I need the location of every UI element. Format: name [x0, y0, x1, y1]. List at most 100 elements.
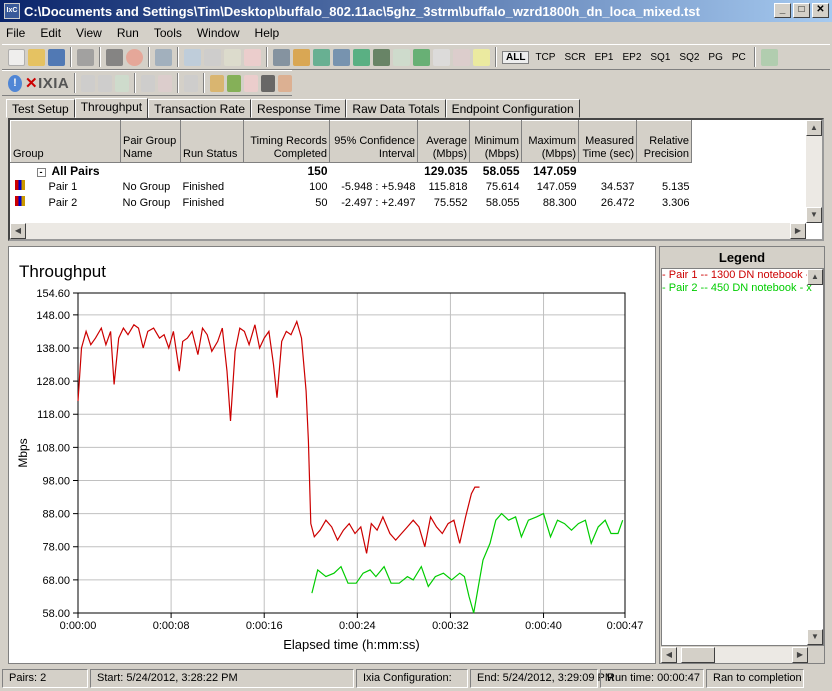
- stop-icon[interactable]: [126, 48, 143, 66]
- filter-ep1[interactable]: EP1: [592, 52, 617, 63]
- col-pair-group-name[interactable]: Pair Group Name: [120, 120, 181, 163]
- legend-scroll-up[interactable]: ▲: [807, 269, 823, 285]
- scroll-right-button[interactable]: ▶: [790, 223, 806, 239]
- edit-icon[interactable]: [393, 48, 410, 66]
- filter-all[interactable]: ALL: [502, 50, 530, 64]
- tab-raw-data-totals[interactable]: Raw Data Totals: [346, 99, 446, 118]
- menu-help[interactable]: Help: [255, 26, 280, 40]
- run-icon[interactable]: [106, 48, 123, 66]
- filter-pg[interactable]: PG: [705, 52, 725, 63]
- y-tick-label: 58.00: [42, 608, 70, 620]
- tab-test-setup[interactable]: Test Setup: [6, 99, 75, 118]
- y-tick-label: 138.00: [36, 343, 70, 355]
- disabled-a-icon[interactable]: [433, 48, 450, 66]
- secondary-toolbar: ! ✕IXIA: [2, 70, 293, 96]
- tab-endpoint-configuration[interactable]: Endpoint Configuration: [445, 99, 580, 118]
- multicast-icon[interactable]: [333, 48, 350, 66]
- refresh-icon[interactable]: [155, 48, 172, 66]
- filter-scr[interactable]: SCR: [561, 52, 588, 63]
- table-row[interactable]: Pair 1 No Group Finished 100 -5.948 : +5…: [11, 179, 692, 195]
- legend-list: - Pair 1 -- 1300 DN notebook - x - Pair …: [661, 268, 824, 646]
- legend-scroll-down[interactable]: ▼: [807, 629, 823, 645]
- flag-icon[interactable]: [227, 74, 242, 92]
- x-tick-label: 0:00:40: [525, 620, 562, 632]
- grid-f-icon[interactable]: [184, 74, 199, 92]
- maximize-button[interactable]: □: [793, 3, 810, 18]
- pair-icon[interactable]: [273, 48, 290, 66]
- series-line-pair-1: [77, 319, 480, 554]
- y-tick-label: 118.00: [37, 409, 70, 421]
- minimize-button[interactable]: _: [774, 3, 791, 18]
- menu-file[interactable]: File: [6, 26, 25, 40]
- legend-title: Legend: [718, 250, 766, 265]
- legend-horizontal-scrollbar[interactable]: ◀ ▶: [661, 647, 808, 663]
- new-file-icon[interactable]: [8, 48, 25, 66]
- filter-pc[interactable]: PC: [729, 52, 749, 63]
- tab-response-time[interactable]: Response Time: [251, 99, 347, 118]
- table-horizontal-scrollbar[interactable]: ◀ ▶: [10, 223, 806, 239]
- grid-d-icon[interactable]: [141, 74, 156, 92]
- table-row-all-pairs[interactable]: - All Pairs 150 129.035 58.055 147.059: [11, 163, 692, 179]
- tab-throughput[interactable]: Throughput: [74, 98, 149, 119]
- grid-a-icon[interactable]: [81, 74, 96, 92]
- col-group[interactable]: Group: [10, 120, 121, 163]
- grid-e-icon[interactable]: [158, 74, 173, 92]
- scroll-up-button[interactable]: ▲: [806, 120, 822, 136]
- legend-scroll-right[interactable]: ▶: [792, 647, 808, 663]
- main-toolbar: ALL TCP SCR EP1 EP2 SQ1 SQ2 PG PC: [2, 44, 830, 70]
- col-timing-records[interactable]: Timing Records Completed: [243, 120, 330, 163]
- script-icon[interactable]: [413, 48, 430, 66]
- clipboard-icon[interactable]: [210, 74, 225, 92]
- table-row[interactable]: Pair 2 No Group Finished 50 -2.497 : +2.…: [11, 195, 692, 211]
- x-axis-label: Elapsed time (h:mm:ss): [283, 637, 420, 652]
- collapse-icon[interactable]: -: [36, 167, 46, 177]
- col-confidence[interactable]: 95% Confidence Interval: [329, 120, 418, 163]
- menu-edit[interactable]: Edit: [40, 26, 61, 40]
- hand-icon[interactable]: [244, 74, 259, 92]
- filter-sq2[interactable]: SQ2: [676, 52, 702, 63]
- scroll-left-button[interactable]: ◀: [10, 223, 26, 239]
- delete-icon[interactable]: [244, 48, 261, 66]
- col-relative-precision[interactable]: Relative Precision: [636, 120, 692, 163]
- menu-view[interactable]: View: [76, 26, 102, 40]
- save-icon[interactable]: [48, 48, 65, 66]
- legend-scroll-thumb[interactable]: [681, 647, 715, 663]
- col-measured-time[interactable]: Measured Time (sec): [578, 120, 637, 163]
- chart-title: Throughput: [19, 262, 106, 281]
- col-minimum[interactable]: Minimum (Mbps): [469, 120, 522, 163]
- legend-panel: Legend - Pair 1 -- 1300 DN notebook - x …: [659, 246, 825, 664]
- finish-icon[interactable]: [278, 74, 293, 92]
- col-average[interactable]: Average (Mbps): [417, 120, 470, 163]
- phone-pair-icon[interactable]: [293, 48, 310, 66]
- filter-ep2[interactable]: EP2: [619, 52, 644, 63]
- filter-sq1[interactable]: SQ1: [647, 52, 673, 63]
- scroll-down-button[interactable]: ▼: [806, 207, 822, 223]
- close-button[interactable]: ✕: [812, 3, 829, 18]
- page-1-2-icon[interactable]: [473, 48, 490, 66]
- info-icon[interactable]: !: [8, 74, 22, 92]
- table-vertical-scrollbar[interactable]: ▲ ▼: [806, 120, 822, 223]
- legend-scroll-left[interactable]: ◀: [661, 647, 677, 663]
- copy-icon[interactable]: [204, 48, 221, 66]
- menu-run[interactable]: Run: [117, 26, 139, 40]
- legend-item-pair-1[interactable]: - Pair 1 -- 1300 DN notebook - x: [662, 269, 823, 282]
- menu-window[interactable]: Window: [197, 26, 240, 40]
- broadcast-icon[interactable]: [373, 48, 390, 66]
- col-maximum[interactable]: Maximum (Mbps): [521, 120, 579, 163]
- legend-item-pair-2[interactable]: - Pair 2 -- 450 DN notebook - x: [662, 282, 823, 295]
- menu-tools[interactable]: Tools: [154, 26, 182, 40]
- paste-icon[interactable]: [224, 48, 241, 66]
- race-flag-icon[interactable]: [261, 74, 276, 92]
- video-icon[interactable]: [353, 48, 370, 66]
- filter-tcp[interactable]: TCP: [532, 52, 558, 63]
- export-icon[interactable]: [760, 48, 778, 66]
- grid-c-icon[interactable]: [115, 74, 130, 92]
- add-pair-icon[interactable]: [184, 48, 201, 66]
- print-icon[interactable]: [77, 48, 94, 66]
- grid-b-icon[interactable]: [98, 74, 113, 92]
- open-folder-icon[interactable]: [28, 48, 45, 66]
- disabled-b-icon[interactable]: [453, 48, 470, 66]
- video-pair-icon[interactable]: [313, 48, 330, 66]
- tab-transaction-rate[interactable]: Transaction Rate: [148, 99, 252, 118]
- col-run-status[interactable]: Run Status: [180, 120, 244, 163]
